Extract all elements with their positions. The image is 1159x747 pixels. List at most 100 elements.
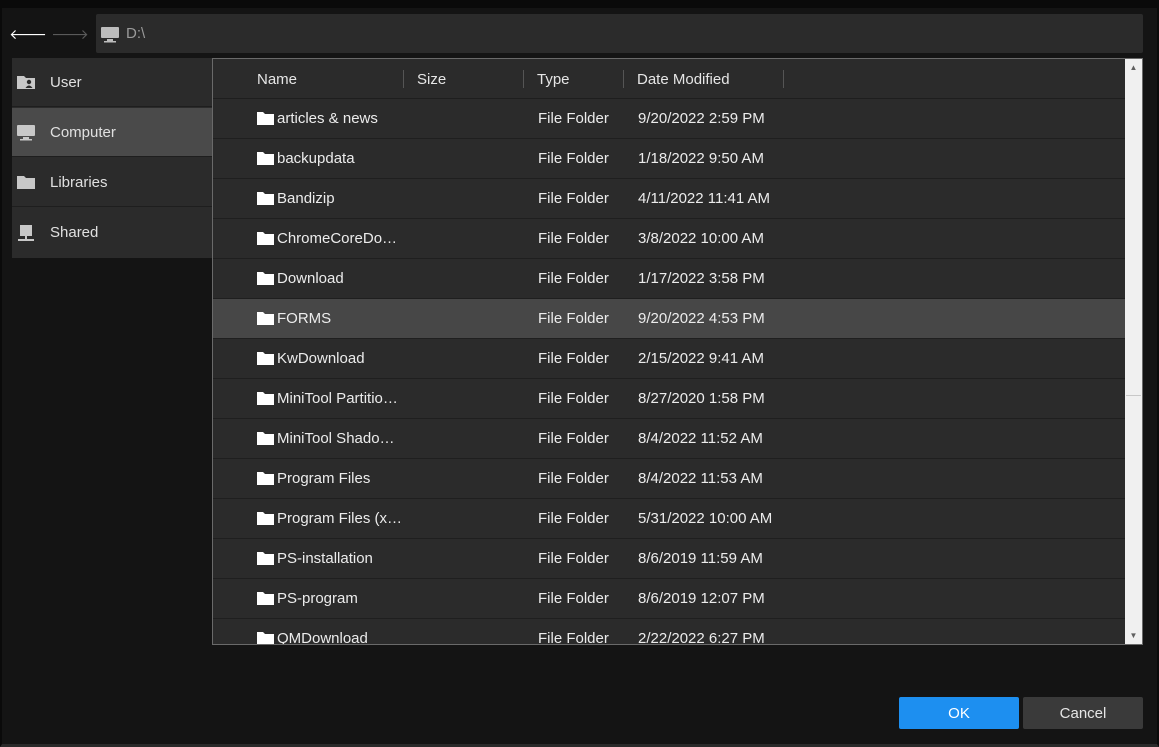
file-row[interactable]: PS-program File Folder 8/6/2019 12:07 PM: [213, 579, 1125, 619]
file-row[interactable]: KwDownload File Folder 2/15/2022 9:41 AM: [213, 339, 1125, 379]
user-folder-icon: [17, 76, 35, 89]
folder-icon: [257, 472, 274, 485]
file-date-modified: 3/8/2022 10:00 AM: [638, 230, 764, 247]
file-date-modified: 8/4/2022 11:53 AM: [638, 470, 763, 487]
file-row[interactable]: articles & news File Folder 9/20/2022 2:59…: [213, 99, 1125, 139]
folder-icon: [257, 112, 274, 125]
file-date-modified: 8/6/2019 11:59 AM: [638, 550, 763, 567]
sidebar-item-computer[interactable]: Computer: [12, 108, 212, 157]
file-type: File Folder: [538, 230, 609, 247]
file-row[interactable]: backupdata File Folder 1/18/2022 9:50 AM: [213, 139, 1125, 179]
file-name: Bandizip: [277, 190, 335, 207]
column-header-name[interactable]: Name: [257, 59, 403, 99]
file-date-modified: 9/20/2022 4:53 PM: [638, 310, 765, 327]
column-divider[interactable]: [523, 70, 524, 88]
file-type: File Folder: [538, 430, 609, 447]
sidebar-item-user[interactable]: User: [12, 58, 212, 107]
sidebar-item-label: Shared: [50, 224, 99, 241]
file-row[interactable]: MiniTool Shado… File Folder 8/4/2022 11:52…: [213, 419, 1125, 459]
column-header-date-modified[interactable]: Date Modified: [637, 59, 783, 99]
sidebar-item-shared[interactable]: Shared: [12, 208, 212, 257]
shared-drive-icon: [18, 224, 34, 241]
file-name: MiniTool Shado…: [277, 430, 395, 447]
file-name: PS-installation: [277, 550, 373, 567]
file-name: articles & news: [277, 110, 378, 127]
file-date-modified: 9/20/2022 2:59 PM: [638, 110, 765, 127]
file-name: Program Files: [277, 470, 371, 487]
list-header: Name Size Type Date Modified: [213, 59, 1125, 99]
file-name: MiniTool Partitio…: [277, 390, 398, 407]
file-name: KwDownload: [277, 350, 365, 367]
file-row[interactable]: QMDownload File Folder 2/22/2022 6:27 PM: [213, 619, 1125, 645]
folder-icon: [257, 352, 274, 365]
vertical-scrollbar[interactable]: ▲ ▼: [1125, 59, 1142, 644]
column-header-size[interactable]: Size: [417, 59, 523, 99]
arrow-left-icon: 🡐: [9, 25, 47, 42]
file-type: File Folder: [538, 390, 609, 407]
folder-icon: [257, 192, 274, 205]
file-list: Name Size Type Date Modified articles & …: [212, 58, 1143, 645]
file-type: File Folder: [538, 310, 609, 327]
file-name: Program Files (x…: [277, 510, 403, 527]
file-date-modified: 8/27/2020 1:58 PM: [638, 390, 765, 407]
file-row[interactable]: Program Files (x… File Folder 5/31/2022 10…: [213, 499, 1125, 539]
computer-icon: [17, 125, 35, 141]
sidebar-item-label: User: [50, 73, 82, 91]
file-row[interactable]: Bandizip File Folder 4/11/2022 11:41 AM: [213, 179, 1125, 219]
caret-up-icon: ▲: [1129, 63, 1138, 72]
scroll-up-button[interactable]: ▲: [1125, 59, 1142, 76]
folder-icon: [257, 632, 274, 644]
file-row[interactable]: ChromeCoreDo… File Folder 3/8/2022 10:00 A…: [213, 219, 1125, 259]
folder-icon: [257, 512, 274, 525]
folder-icon: [17, 176, 35, 189]
file-name: ChromeCoreDo…: [277, 230, 398, 247]
file-type: File Folder: [538, 550, 609, 567]
file-type: File Folder: [538, 510, 609, 527]
sidebar-item-label: Computer: [50, 123, 116, 141]
file-row[interactable]: MiniTool Partitio… File Folder 8/27/2020 1…: [213, 379, 1125, 419]
file-date-modified: 1/17/2022 3:58 PM: [638, 270, 765, 287]
folder-icon: [257, 552, 274, 565]
file-name: FORMS: [277, 310, 332, 327]
file-row[interactable]: PS-installation File Folder 8/6/2019 11:59…: [213, 539, 1125, 579]
file-row[interactable]: Download File Folder 1/17/2022 3:58 PM: [213, 259, 1125, 299]
ok-button[interactable]: OK: [899, 697, 1019, 729]
caret-down-icon: ▼: [1129, 631, 1138, 640]
path-text: D:\: [126, 25, 146, 42]
file-row[interactable]: Program Files File Folder 8/4/2022 11:53 A…: [213, 459, 1125, 499]
file-name: PS-program: [277, 590, 358, 607]
file-date-modified: 2/22/2022 6:27 PM: [638, 630, 765, 645]
folder-icon: [257, 392, 274, 405]
sidebar-item-label: Libraries: [50, 173, 108, 191]
arrow-right-icon: 🡒: [51, 25, 89, 42]
scroll-thumb[interactable]: [1126, 76, 1141, 396]
file-type: File Folder: [538, 630, 609, 645]
file-type: File Folder: [538, 590, 609, 607]
file-type: File Folder: [538, 350, 609, 367]
file-type: File Folder: [538, 470, 609, 487]
forward-button[interactable]: 🡒: [51, 20, 89, 48]
file-type: File Folder: [538, 190, 609, 207]
scroll-down-button[interactable]: ▼: [1125, 627, 1142, 644]
file-rows: articles & news File Folder 9/20/2022 2:59…: [213, 99, 1125, 645]
folder-icon: [257, 232, 274, 245]
file-name: backupdata: [277, 150, 355, 167]
column-divider[interactable]: [623, 70, 624, 88]
column-divider[interactable]: [783, 70, 784, 88]
file-date-modified: 2/15/2022 9:41 AM: [638, 350, 764, 367]
column-divider[interactable]: [403, 70, 404, 88]
column-header-type[interactable]: Type: [537, 59, 623, 99]
folder-icon: [257, 272, 274, 285]
cancel-button[interactable]: Cancel: [1023, 697, 1143, 729]
file-type: File Folder: [538, 150, 609, 167]
file-date-modified: 5/31/2022 10:00 AM: [638, 510, 773, 527]
computer-icon: [101, 26, 119, 42]
folder-icon: [257, 312, 274, 325]
file-row[interactable]: FORMS File Folder 9/20/2022 4:53 PM: [213, 299, 1125, 339]
back-button[interactable]: 🡐: [9, 20, 47, 48]
sidebar: User Computer Libraries Shared: [12, 58, 212, 258]
path-bar[interactable]: D:\: [96, 14, 1143, 53]
file-type: File Folder: [538, 270, 609, 287]
folder-icon: [257, 592, 274, 605]
sidebar-item-libraries[interactable]: Libraries: [12, 158, 212, 207]
